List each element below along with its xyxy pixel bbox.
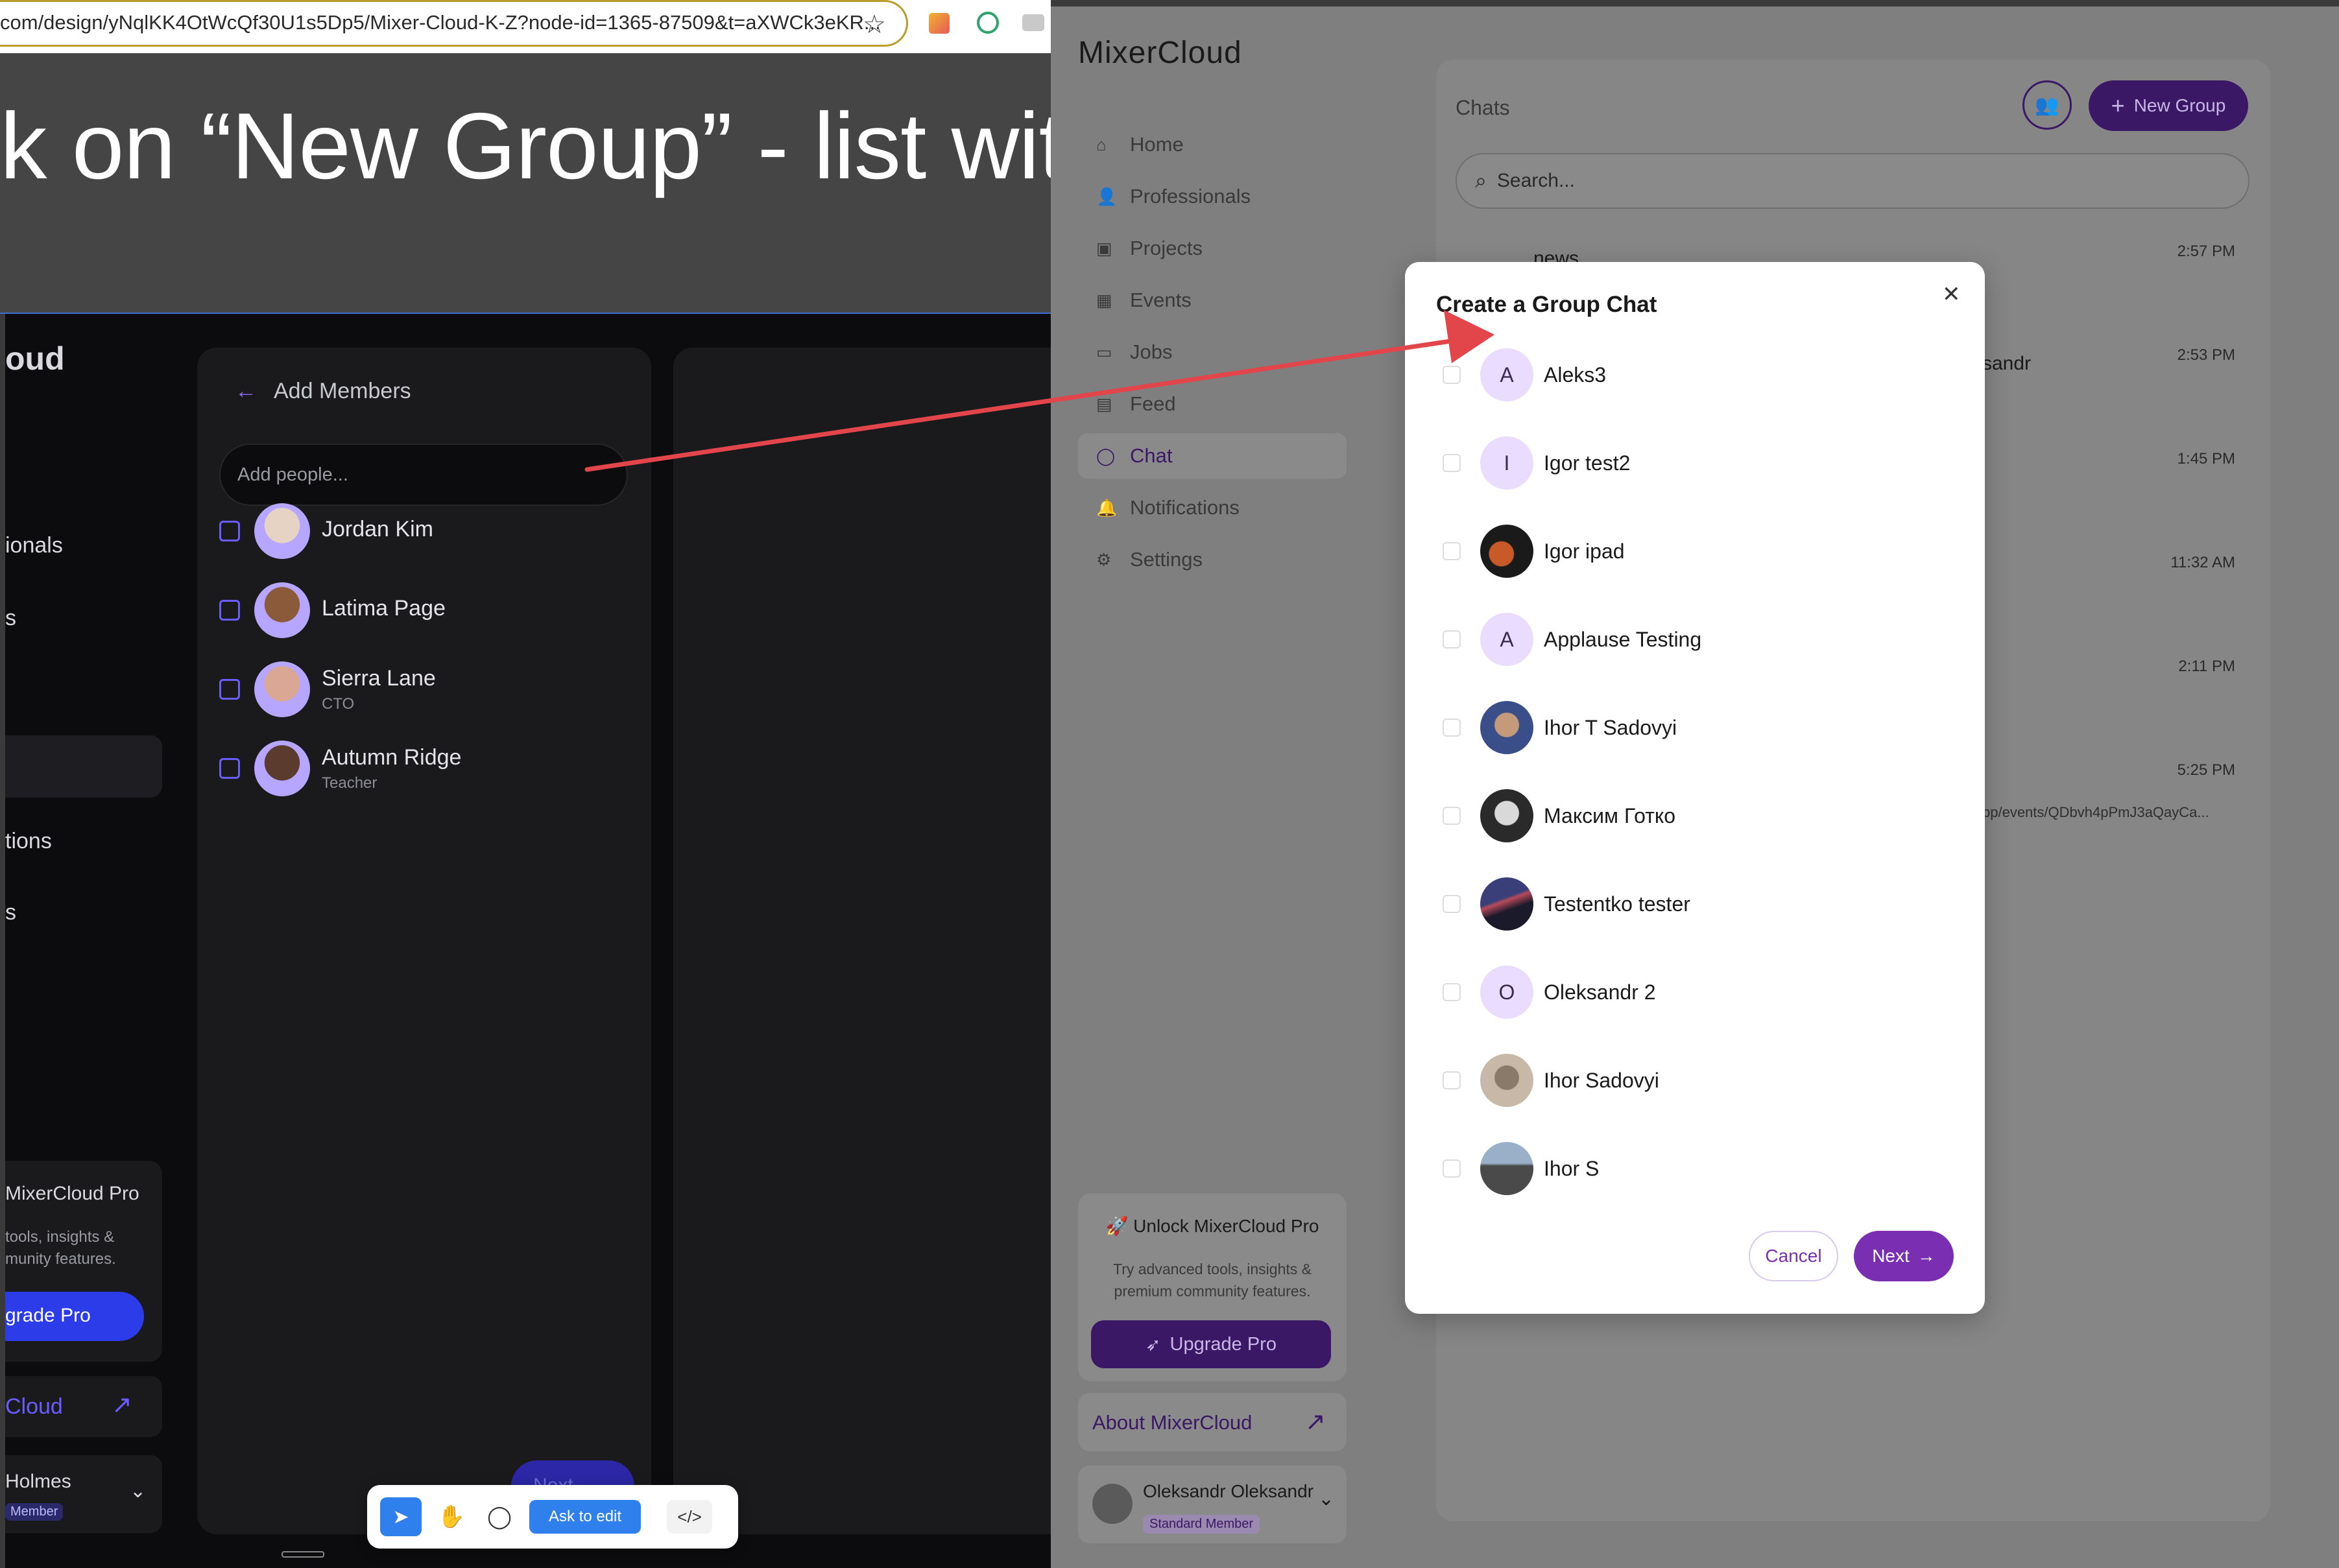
annotation-arrow [584,310,1494,472]
annotation-arrow-line [584,337,1462,472]
annotation-arrow-head [1444,310,1494,363]
